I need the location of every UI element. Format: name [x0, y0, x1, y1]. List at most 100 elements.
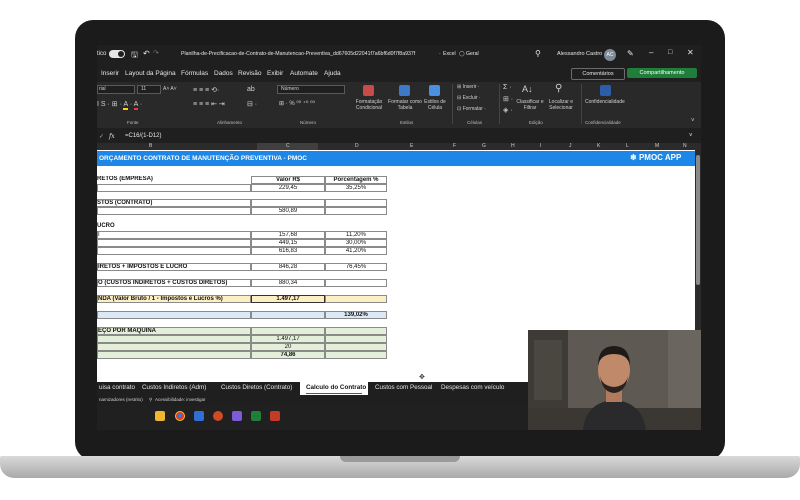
cell[interactable] [97, 335, 251, 343]
format-table-icon[interactable] [399, 85, 410, 96]
cell[interactable]: 880,34 [251, 279, 325, 287]
cell[interactable]: 139,02% [325, 311, 387, 319]
cell[interactable]: 229,45 [251, 184, 325, 192]
tab-automate[interactable]: Automate [290, 70, 318, 77]
cell[interactable] [251, 199, 325, 207]
col-header[interactable]: H [511, 143, 515, 149]
collapse-ribbon-icon[interactable]: ˅ [691, 118, 695, 124]
cell[interactable] [251, 311, 325, 319]
cell[interactable]: 41,20% [325, 247, 387, 255]
col-header[interactable]: K [597, 143, 600, 149]
bold-italic-icons[interactable]: I S · ⊞ · A · A · [97, 100, 142, 110]
col-header[interactable]: E [410, 143, 413, 149]
header-pct[interactable]: Porcentagem % [325, 176, 387, 184]
excel-icon[interactable] [251, 411, 261, 421]
cell[interactable]: 1.497,17 [251, 335, 325, 343]
cell[interactable]: NDA (Valor Bruto / 1 - Impostos e Lucros… [97, 295, 251, 303]
cell[interactable] [97, 311, 251, 319]
cell[interactable]: 30,00% [325, 239, 387, 247]
col-header[interactable]: G [482, 143, 486, 149]
fill-icon[interactable]: ⊞ · [503, 95, 513, 103]
selected-cell[interactable]: 1.497,17 [251, 295, 325, 303]
autosum-icon[interactable]: Σ · [503, 84, 512, 91]
wrap-text-icon[interactable]: ab [247, 86, 255, 93]
col-header[interactable]: D [355, 143, 359, 149]
cell[interactable] [97, 239, 251, 247]
cell[interactable]: 76,45% [325, 263, 387, 271]
scrollbar-thumb[interactable] [696, 155, 700, 285]
sheet-tab[interactable]: uisa contrato [99, 384, 135, 391]
fx-icon[interactable]: fx [109, 133, 115, 140]
col-header[interactable]: B [149, 143, 152, 149]
col-header[interactable]: F [453, 143, 456, 149]
sheet-tab[interactable]: Custos com Pessoal [375, 384, 432, 391]
format-table-button[interactable]: Formatar como Tabela [385, 99, 425, 111]
cell[interactable] [325, 335, 387, 343]
delete-button[interactable]: ⊟ Excluir · [457, 95, 481, 101]
cell[interactable] [97, 351, 251, 359]
align-top-icons[interactable]: ≡ ≡ ≡ ⟲· [193, 86, 219, 94]
powerpoint-icon[interactable] [213, 411, 223, 421]
cell-styles-button[interactable]: Estilos de Célula [422, 99, 448, 111]
sheet-tab-active[interactable]: Calculo do Contrato [300, 382, 368, 395]
undo-icon[interactable]: ↶ [143, 49, 150, 58]
cell[interactable] [325, 327, 387, 335]
tab-ajuda[interactable]: Ajuda [324, 70, 341, 77]
redo-icon[interactable]: ↷ [153, 49, 159, 57]
sort-filter-icon[interactable]: A↓ [522, 84, 533, 94]
cell[interactable]: 11,20% [325, 231, 387, 239]
col-header[interactable]: L [626, 143, 629, 149]
find-select-button[interactable]: Localizar e Selecionar [545, 99, 577, 111]
insert-button[interactable]: ⊞ Inserir · [457, 84, 480, 90]
cell[interactable]: 449,15 [251, 239, 325, 247]
app-icon[interactable] [270, 411, 280, 421]
confidentiality-button[interactable]: Confidencialidade [585, 99, 625, 105]
tab-layout[interactable]: Layout da Página [125, 70, 176, 77]
restore-icon[interactable]: □ [668, 49, 672, 56]
cell[interactable]: EÇO POR MAQUINA [97, 327, 251, 335]
col-header[interactable]: M [655, 143, 659, 149]
formula-input[interactable]: =C16/(1-D12) [125, 133, 162, 139]
close-icon[interactable]: ✕ [687, 48, 694, 57]
cell[interactable]: 157,68 [251, 231, 325, 239]
cell[interactable] [325, 199, 387, 207]
col-header[interactable]: N [683, 143, 687, 149]
header-valor[interactable]: Valor R$ [251, 176, 325, 184]
sensitivity-label[interactable]: Geral [466, 51, 479, 57]
cell-styles-icon[interactable] [429, 85, 440, 96]
number-format-select[interactable]: Número [277, 85, 345, 94]
merge-icon[interactable]: ⊟ · [247, 100, 257, 108]
cell[interactable] [97, 184, 251, 192]
tab-inserir[interactable]: Inserir [101, 70, 119, 77]
font-name-select[interactable]: rial [97, 85, 135, 94]
sheet-tab[interactable]: Custos Diretos (Contrato) [221, 384, 292, 391]
find-icon[interactable]: ⚲ [555, 83, 562, 94]
save-icon[interactable]: 🖫 [131, 49, 138, 63]
conditional-format-button[interactable]: Formatação Condicional [351, 99, 387, 111]
autosave-toggle[interactable] [109, 50, 125, 58]
align-icons[interactable]: ≡ ≡ ≡ ⇤ ⇥ [193, 100, 225, 108]
cell[interactable] [97, 247, 251, 255]
cell[interactable]: 20 [251, 343, 325, 351]
confidentiality-icon[interactable] [600, 85, 611, 96]
cell[interactable]: 35,25% [325, 184, 387, 192]
cell[interactable] [325, 343, 387, 351]
cell[interactable] [97, 199, 251, 207]
outlook-icon[interactable] [194, 411, 204, 421]
chrome-icon[interactable] [175, 411, 185, 421]
cell[interactable]: RETOS (EMPRESA) [97, 176, 251, 184]
cell[interactable]: 580,89 [251, 207, 325, 215]
col-header[interactable]: J [569, 143, 572, 149]
tab-dados[interactable]: Dados [214, 70, 233, 77]
cell[interactable]: I [97, 231, 251, 239]
tab-revisao[interactable]: Revisão [238, 70, 261, 77]
tab-exibir[interactable]: Exibir [267, 70, 283, 77]
format-button[interactable]: ⊡ Formatar · [457, 106, 486, 112]
cell[interactable]: IRETOS + IMPOSTOS E LUCRO [97, 263, 251, 271]
accessibility-status[interactable]: Acessibilidade: investigar [155, 397, 206, 402]
col-header[interactable]: C [286, 143, 290, 149]
cell[interactable] [97, 207, 251, 215]
avatar[interactable]: AC [604, 49, 616, 61]
grow-font-icon[interactable]: A˄ A˅ [163, 86, 177, 92]
conditional-format-icon[interactable] [363, 85, 374, 96]
